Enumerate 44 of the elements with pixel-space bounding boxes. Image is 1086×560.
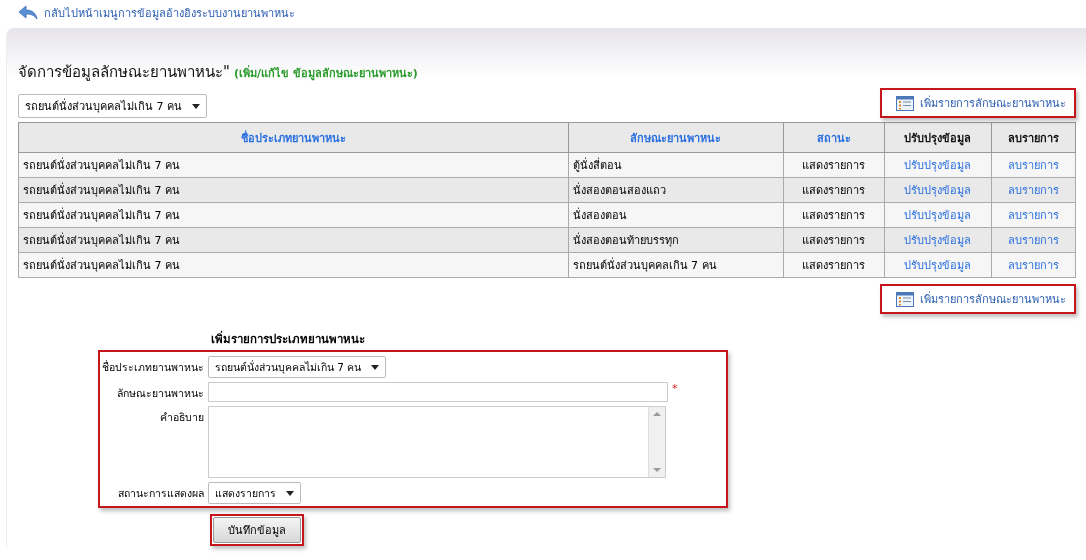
table-cell: รถยนต์นั่งส่วนบุคคลไม่เกิน 7 คน (18, 152, 569, 178)
field-label: คำอธิบาย (159, 410, 204, 425)
dropdown-field[interactable]: แสดงรายการ (208, 482, 301, 504)
table-cell: นั่งสองตอนสองแถว (568, 177, 784, 203)
table-cell: รถยนต์นั่งส่วนบุคคลไม่เกิน 7 คน (18, 177, 569, 203)
table-cell: ตู้นั่งสี่ตอน (568, 152, 784, 178)
textarea-field[interactable] (208, 406, 666, 478)
caret-icon (286, 490, 294, 496)
table-cell: แสดงรายการ (783, 152, 885, 178)
caret-icon (192, 103, 200, 109)
column-header[interactable]: สถานะ (783, 122, 885, 153)
table-cell: แสดงรายการ (783, 177, 885, 203)
table-cell: นั่งสองตอนท้ายบรรทุก (568, 227, 784, 253)
table-cell: แสดงรายการ (783, 252, 885, 278)
vehicle-type-dropdown[interactable]: รถยนต์นั่งส่วนบุคคลไม่เกิน 7 คน (18, 94, 207, 118)
input-field[interactable] (208, 382, 668, 402)
page-title: จัดการข้อมูลลักษณะยานพาหนะ" (18, 62, 230, 83)
column-header: ปรับปรุงข้อมูล (884, 122, 992, 153)
save-button[interactable]: บันทึกข้อมูล (213, 517, 301, 543)
table-cell: รถยนต์นั่งส่วนบุคคลไม่เกิน 7 คน (18, 227, 569, 253)
form-heading: เพิ่มรายการประเภทยานพาหนะ (211, 330, 366, 348)
table-cell: รถยนต์นั่งส่วนบุคคลเกิน 7 คน (568, 252, 784, 278)
dropdown-field[interactable]: รถยนต์นั่งส่วนบุคคลไม่เกิน 7 คน (208, 356, 387, 378)
list-icon (896, 95, 914, 111)
field-label: ลักษณะยานพาหนะ (116, 386, 204, 401)
column-header[interactable]: ลักษณะยานพาหนะ (568, 122, 784, 153)
caret-icon (371, 364, 380, 370)
table-cell: รถยนต์นั่งส่วนบุคคลไม่เกิน 7 คน (18, 252, 569, 278)
page-subtitle: (เพิ่ม/แก้ไข ข้อมูลลักษณะยานพาหนะ) (233, 64, 418, 82)
table-cell: แสดงรายการ (783, 227, 885, 253)
column-header[interactable]: ชื่อประเภทยานพาหนะ (18, 122, 569, 153)
required-mark: * (672, 382, 678, 395)
back-arrow-icon (18, 5, 38, 21)
column-header: ลบรายการ (991, 122, 1076, 153)
field-label: สถานะการแสดงผล (117, 486, 204, 501)
table-cell: นั่งสองตอน (568, 202, 784, 228)
list-icon (896, 291, 914, 307)
table-cell: รถยนต์นั่งส่วนบุคคลไม่เกิน 7 คน (18, 202, 569, 228)
table-cell: แสดงรายการ (783, 202, 885, 228)
back-link[interactable]: กลับไปหน้าเมนูการข้อมูลอ้างอิงระบบงานยานพาหนะ (18, 4, 295, 22)
add-item-link[interactable]: เพิ่มรายการลักษณะยานพาหนะ (896, 290, 1066, 308)
add-item-link[interactable]: เพิ่มรายการลักษณะยานพาหนะ (896, 94, 1066, 112)
field-label: ชื่อประเภทยานพาหนะ (101, 359, 204, 375)
scrollbar[interactable] (648, 407, 665, 477)
